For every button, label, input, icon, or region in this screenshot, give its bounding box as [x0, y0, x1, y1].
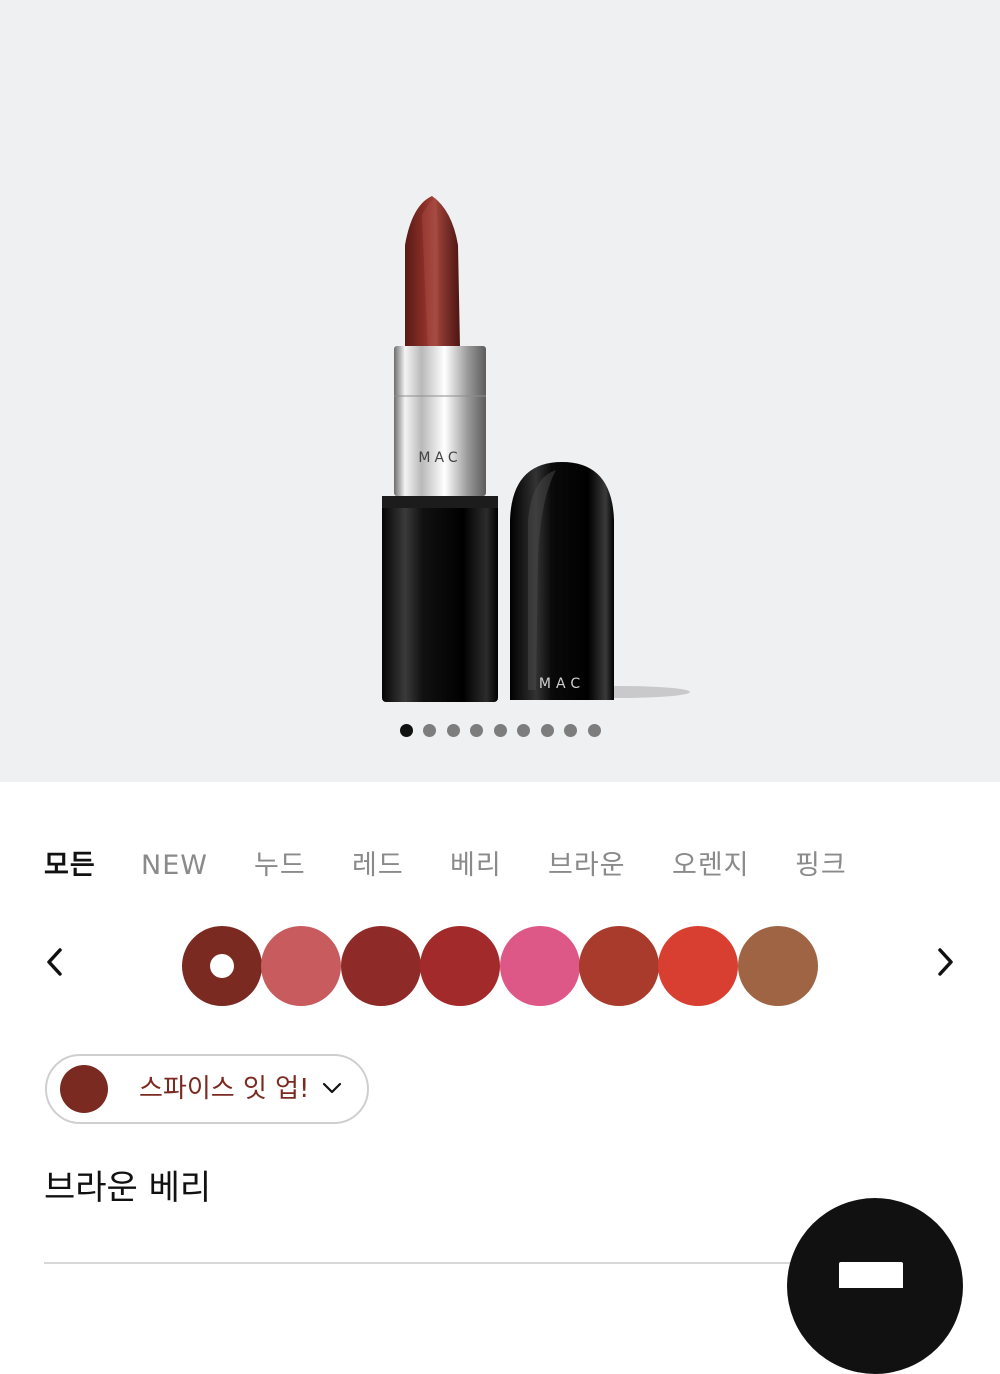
carousel-dots: [0, 724, 1000, 737]
swatch-next-button[interactable]: [930, 942, 960, 982]
carousel-dot[interactable]: [517, 724, 530, 737]
shade-swatch[interactable]: [261, 926, 342, 1006]
shade-swatch[interactable]: [658, 926, 739, 1006]
lipstick-image: MAC MAC: [382, 196, 690, 702]
carousel-dot[interactable]: [540, 724, 554, 737]
tab-red[interactable]: 레드: [352, 848, 404, 884]
swatch-prev-button[interactable]: [40, 942, 70, 982]
carousel-dot[interactable]: [470, 724, 483, 737]
tab-berry[interactable]: 베리: [450, 848, 502, 884]
add-to-bag-button[interactable]: [787, 1198, 963, 1374]
selected-indicator: [210, 954, 234, 978]
bag-icon: [839, 1262, 903, 1288]
carousel-dot[interactable]: [399, 724, 413, 737]
shade-dropdown[interactable]: 스파이스 잇 업!: [45, 1054, 369, 1124]
tab-brown[interactable]: 브라운: [548, 848, 626, 884]
shade-swatch[interactable]: [340, 926, 421, 1006]
tab-nude[interactable]: 누드: [254, 848, 306, 884]
carousel-dot[interactable]: [493, 724, 507, 737]
shade-swatch[interactable]: [182, 926, 262, 1006]
chevron-left-icon: [47, 948, 62, 976]
shade-family-label: 브라운 베리: [44, 1168, 212, 1208]
shade-swatch[interactable]: [737, 926, 818, 1006]
carousel-dot[interactable]: [587, 724, 601, 737]
product-image-area: MAC MAC: [0, 0, 1000, 782]
tab-pink[interactable]: 핑크: [795, 848, 847, 884]
carousel-dot[interactable]: [423, 724, 436, 737]
chevron-right-icon: [938, 948, 953, 976]
selected-shade-name: 스파이스 잇 업!: [139, 1074, 310, 1104]
divider: [44, 1262, 804, 1264]
tab-all[interactable]: 모든: [44, 848, 96, 884]
carousel-dot[interactable]: [564, 724, 577, 737]
cap-brand-text: MAC: [539, 676, 585, 692]
tab-orange[interactable]: 오렌지: [672, 848, 750, 884]
shade-swatch[interactable]: [420, 926, 501, 1006]
shade-swatch[interactable]: [499, 926, 580, 1006]
shade-swatch[interactable]: [579, 926, 659, 1006]
chevron-down-icon: [322, 1082, 342, 1094]
tube-brand-text: MAC: [418, 450, 461, 466]
carousel-dot[interactable]: [446, 724, 460, 737]
selected-shade-chip: [60, 1065, 108, 1113]
tab-new[interactable]: NEW: [141, 848, 208, 884]
